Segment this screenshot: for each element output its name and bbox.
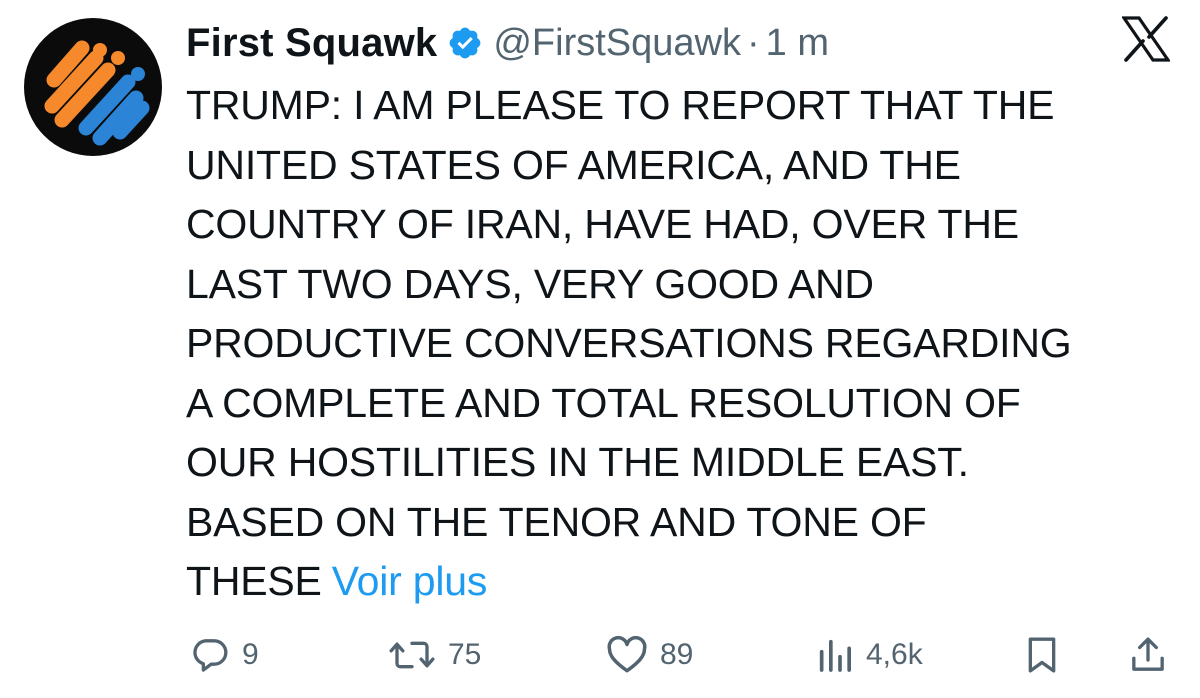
x-logo-icon [1120, 16, 1172, 62]
timestamp[interactable]: 1 m [766, 22, 829, 65]
heart-icon [606, 635, 648, 675]
tweet-text-line: OUR HOSTILITIES IN THE MIDDLE EAST. [186, 439, 969, 485]
tweet-body: TRUMP: I AM PLEASE TO REPORT THAT THE UN… [186, 76, 1176, 612]
repost-button[interactable]: 75 [388, 628, 481, 682]
tweet-text-last-line: THESE Voir plus [186, 552, 1176, 612]
tweet-text-line: BASED ON THE TENOR AND TONE OF [186, 498, 927, 545]
reply-icon [190, 635, 230, 675]
like-count: 89 [660, 638, 694, 671]
tweet-card[interactable]: First Squawk @FirstSquawk · 1 m TRUMP: I… [0, 0, 1200, 698]
tweet-text-line: COUNTRY OF IRAN, HAVE HAD, OVER THE [186, 201, 1019, 247]
share-button[interactable] [1128, 628, 1168, 682]
tweet-text-fragment: THESE [186, 558, 322, 604]
separator-dot: · [747, 21, 760, 64]
views-count: 4,6k [866, 638, 923, 671]
avatar[interactable] [24, 18, 162, 156]
verified-badge-icon [447, 25, 483, 61]
like-button[interactable]: 89 [606, 628, 693, 682]
tweet-text-line: PRODUCTIVE CONVERSATIONS REGARDING [186, 320, 1072, 366]
see-more-link[interactable]: Voir plus [332, 558, 488, 604]
views-button[interactable]: 4,6k [816, 628, 923, 682]
action-bar: 9 75 89 4,6k [0, 628, 1200, 682]
reply-button[interactable]: 9 [190, 628, 259, 682]
tweet-text-line: UNITED STATES OF AMERICA, AND THE [186, 141, 961, 188]
bookmark-button[interactable] [1024, 628, 1060, 682]
bookmark-icon [1024, 635, 1060, 675]
share-icon [1128, 635, 1168, 675]
views-icon [816, 635, 854, 675]
repost-icon [388, 635, 436, 675]
tweet-text-line: LAST TWO DAYS, VERY GOOD AND [186, 260, 874, 307]
tweet-text-line: A COMPLETE AND TOTAL RESOLUTION OF [186, 379, 1021, 426]
reply-count: 9 [242, 638, 259, 671]
tweet-header: First Squawk @FirstSquawk · 1 m [186, 18, 829, 68]
tweet-text-line: TRUMP: I AM PLEASE TO REPORT THAT THE [186, 82, 1055, 128]
first-squawk-logo-icon [44, 40, 150, 146]
display-name[interactable]: First Squawk [186, 21, 437, 66]
repost-count: 75 [448, 638, 482, 671]
user-handle[interactable]: @FirstSquawk [493, 22, 741, 65]
